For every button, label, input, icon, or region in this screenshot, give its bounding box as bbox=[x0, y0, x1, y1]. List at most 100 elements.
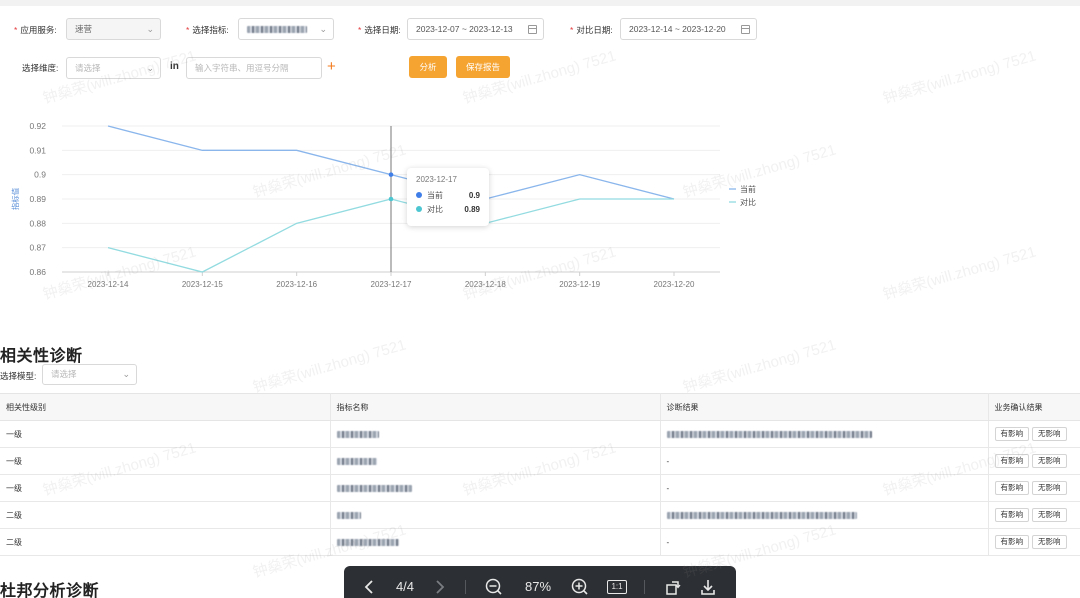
correlation-title: 相关性诊断 bbox=[0, 348, 83, 365]
toolbar-divider bbox=[644, 580, 645, 594]
add-condition-icon[interactable]: + bbox=[327, 59, 336, 74]
x-tick-label: 2023-12-14 bbox=[88, 280, 129, 289]
result-cell: - bbox=[660, 447, 989, 475]
actual-size-button[interactable]: 1:1 bbox=[607, 578, 627, 596]
no-impact-button[interactable]: 无影响 bbox=[1032, 481, 1067, 495]
metric-label: * 选择指标: bbox=[186, 25, 229, 35]
tooltip-dot-icon bbox=[416, 192, 422, 198]
redacted-metric-name bbox=[336, 430, 379, 438]
result-cell bbox=[660, 420, 989, 448]
has-impact-button[interactable]: 有影响 bbox=[994, 508, 1029, 522]
level-cell: 二级 bbox=[0, 501, 331, 529]
no-impact-button[interactable]: 无影响 bbox=[1032, 508, 1067, 522]
tooltip-series-value: 0.89 bbox=[464, 204, 480, 214]
column-header: 相关性级别 bbox=[0, 393, 331, 421]
dimension-label: 选择维度: bbox=[22, 63, 59, 73]
y-tick-label: 0.86 bbox=[29, 267, 46, 277]
top-strip bbox=[0, 0, 1080, 6]
x-tick-label: 2023-12-17 bbox=[371, 280, 412, 289]
chevron-down-icon: ⌄ bbox=[122, 369, 130, 379]
metric-select[interactable]: ⌄ bbox=[238, 18, 334, 40]
has-impact-button[interactable]: 有影响 bbox=[994, 427, 1029, 441]
y-tick-label: 0.87 bbox=[29, 243, 46, 253]
correlation-table: 相关性级别 指标名称 诊断结果 业务确认结果 一级 有影响 无影响 一级 - 有影… bbox=[0, 393, 1080, 556]
watermark-text: 钟燊荣(will.zhong) 7521 bbox=[251, 336, 408, 397]
redacted-metric bbox=[247, 26, 307, 34]
date-range-picker[interactable]: 2023-12-07 ~ 2023-12-13 bbox=[407, 18, 544, 40]
legend-label: 对比 bbox=[740, 197, 756, 207]
next-page-icon[interactable] bbox=[432, 578, 448, 596]
page-indicator: 4/4 bbox=[395, 579, 415, 594]
confirm-cell: 有影响 无影响 bbox=[988, 501, 1080, 529]
download-icon[interactable] bbox=[699, 578, 717, 596]
table-row: 二级 - 有影响 无影响 bbox=[0, 528, 1080, 556]
date-label: * 选择日期: bbox=[358, 25, 401, 35]
confirm-cell: 有影响 无影响 bbox=[988, 474, 1080, 502]
line-chart: 0.92 0.91 0.9 0.89 0.88 0.87 0.86 指标值 2023-12-14… bbox=[10, 121, 756, 289]
metric-name-cell bbox=[330, 474, 661, 502]
service-label: * 应用服务: bbox=[14, 25, 57, 35]
level-cell: 一级 bbox=[0, 474, 331, 502]
redacted-metric-name bbox=[336, 457, 377, 465]
watermark-text: 钟燊荣(will.zhong) 7521 bbox=[881, 47, 1038, 108]
metric-name-cell bbox=[330, 528, 661, 556]
model-label: 选择模型: bbox=[0, 371, 37, 381]
table-row: 一级 - 有影响 无影响 bbox=[0, 474, 1080, 502]
tooltip-dot-icon bbox=[416, 206, 422, 212]
zoom-out-icon[interactable] bbox=[484, 578, 504, 596]
analyze-button[interactable]: 分析 bbox=[409, 56, 447, 78]
tooltip-row: 对比 0.89 bbox=[416, 202, 480, 216]
no-impact-button[interactable]: 无影响 bbox=[1032, 454, 1067, 468]
has-impact-button[interactable]: 有影响 bbox=[994, 481, 1029, 495]
no-impact-button[interactable]: 无影响 bbox=[1032, 427, 1067, 441]
data-point bbox=[388, 172, 394, 177]
tooltip-date: 2023-12-17 bbox=[416, 175, 457, 184]
level-cell: 一级 bbox=[0, 420, 331, 448]
tooltip-series-name: 当前 bbox=[427, 190, 443, 200]
redacted-metric-name bbox=[336, 538, 399, 546]
operator-text: in bbox=[170, 61, 179, 72]
x-tick-label: 2023-12-15 bbox=[182, 280, 223, 289]
metric-name-cell bbox=[330, 501, 661, 529]
column-header: 业务确认结果 bbox=[988, 393, 1080, 421]
x-tick-label: 2023-12-19 bbox=[559, 280, 600, 289]
result-cell bbox=[660, 501, 989, 529]
chevron-down-icon: ⌄ bbox=[146, 63, 154, 73]
rotate-icon[interactable] bbox=[664, 578, 682, 596]
model-select[interactable]: 请选择 ⌄ bbox=[42, 364, 137, 385]
zoom-level: 87% bbox=[524, 579, 552, 594]
confirm-cell: 有影响 无影响 bbox=[988, 447, 1080, 475]
watermark-text: 钟燊荣(will.zhong) 7521 bbox=[881, 243, 1038, 304]
chevron-down-icon: ⌄ bbox=[146, 24, 154, 34]
x-tick-label: 2023-12-20 bbox=[654, 280, 695, 289]
calendar-icon bbox=[741, 25, 750, 34]
table-header-row: 相关性级别 指标名称 诊断结果 业务确认结果 bbox=[0, 393, 1080, 421]
value-input[interactable]: 输入字符串、用逗号分隔 bbox=[186, 57, 322, 79]
y-tick-label: 0.89 bbox=[29, 194, 46, 204]
watermark-text: 钟燊荣(will.zhong) 7521 bbox=[681, 336, 838, 397]
prev-page-icon[interactable] bbox=[362, 578, 378, 596]
zoom-in-icon[interactable] bbox=[570, 578, 590, 596]
dimension-select[interactable]: 请选择 ⌄ bbox=[66, 57, 161, 79]
service-select[interactable]: 速营 ⌄ bbox=[66, 18, 161, 40]
no-impact-button[interactable]: 无影响 bbox=[1032, 535, 1067, 549]
save-report-button[interactable]: 保存报告 bbox=[456, 56, 510, 78]
table-row: 一级 有影响 无影响 bbox=[0, 420, 1080, 448]
x-tick-label: 2023-12-16 bbox=[276, 280, 317, 289]
legend-label: 当前 bbox=[740, 184, 756, 194]
level-cell: 一级 bbox=[0, 447, 331, 475]
table-row: 二级 有影响 无影响 bbox=[0, 501, 1080, 529]
tooltip-series-name: 对比 bbox=[427, 204, 443, 214]
tooltip-row: 当前 0.9 bbox=[416, 188, 480, 202]
has-impact-button[interactable]: 有影响 bbox=[994, 535, 1029, 549]
compare-range-picker[interactable]: 2023-12-14 ~ 2023-12-20 bbox=[620, 18, 757, 40]
y-tick-label: 0.9 bbox=[34, 170, 46, 180]
level-cell: 二级 bbox=[0, 528, 331, 556]
dupont-title: 杜邦分析诊断 bbox=[0, 583, 100, 598]
toolbar-divider bbox=[465, 580, 466, 594]
redacted-metric-name bbox=[336, 484, 412, 492]
y-axis-label: 指标值 bbox=[10, 187, 20, 210]
x-tick-label: 2023-12-18 bbox=[465, 280, 506, 289]
has-impact-button[interactable]: 有影响 bbox=[994, 454, 1029, 468]
y-tick-label: 0.91 bbox=[29, 145, 46, 155]
